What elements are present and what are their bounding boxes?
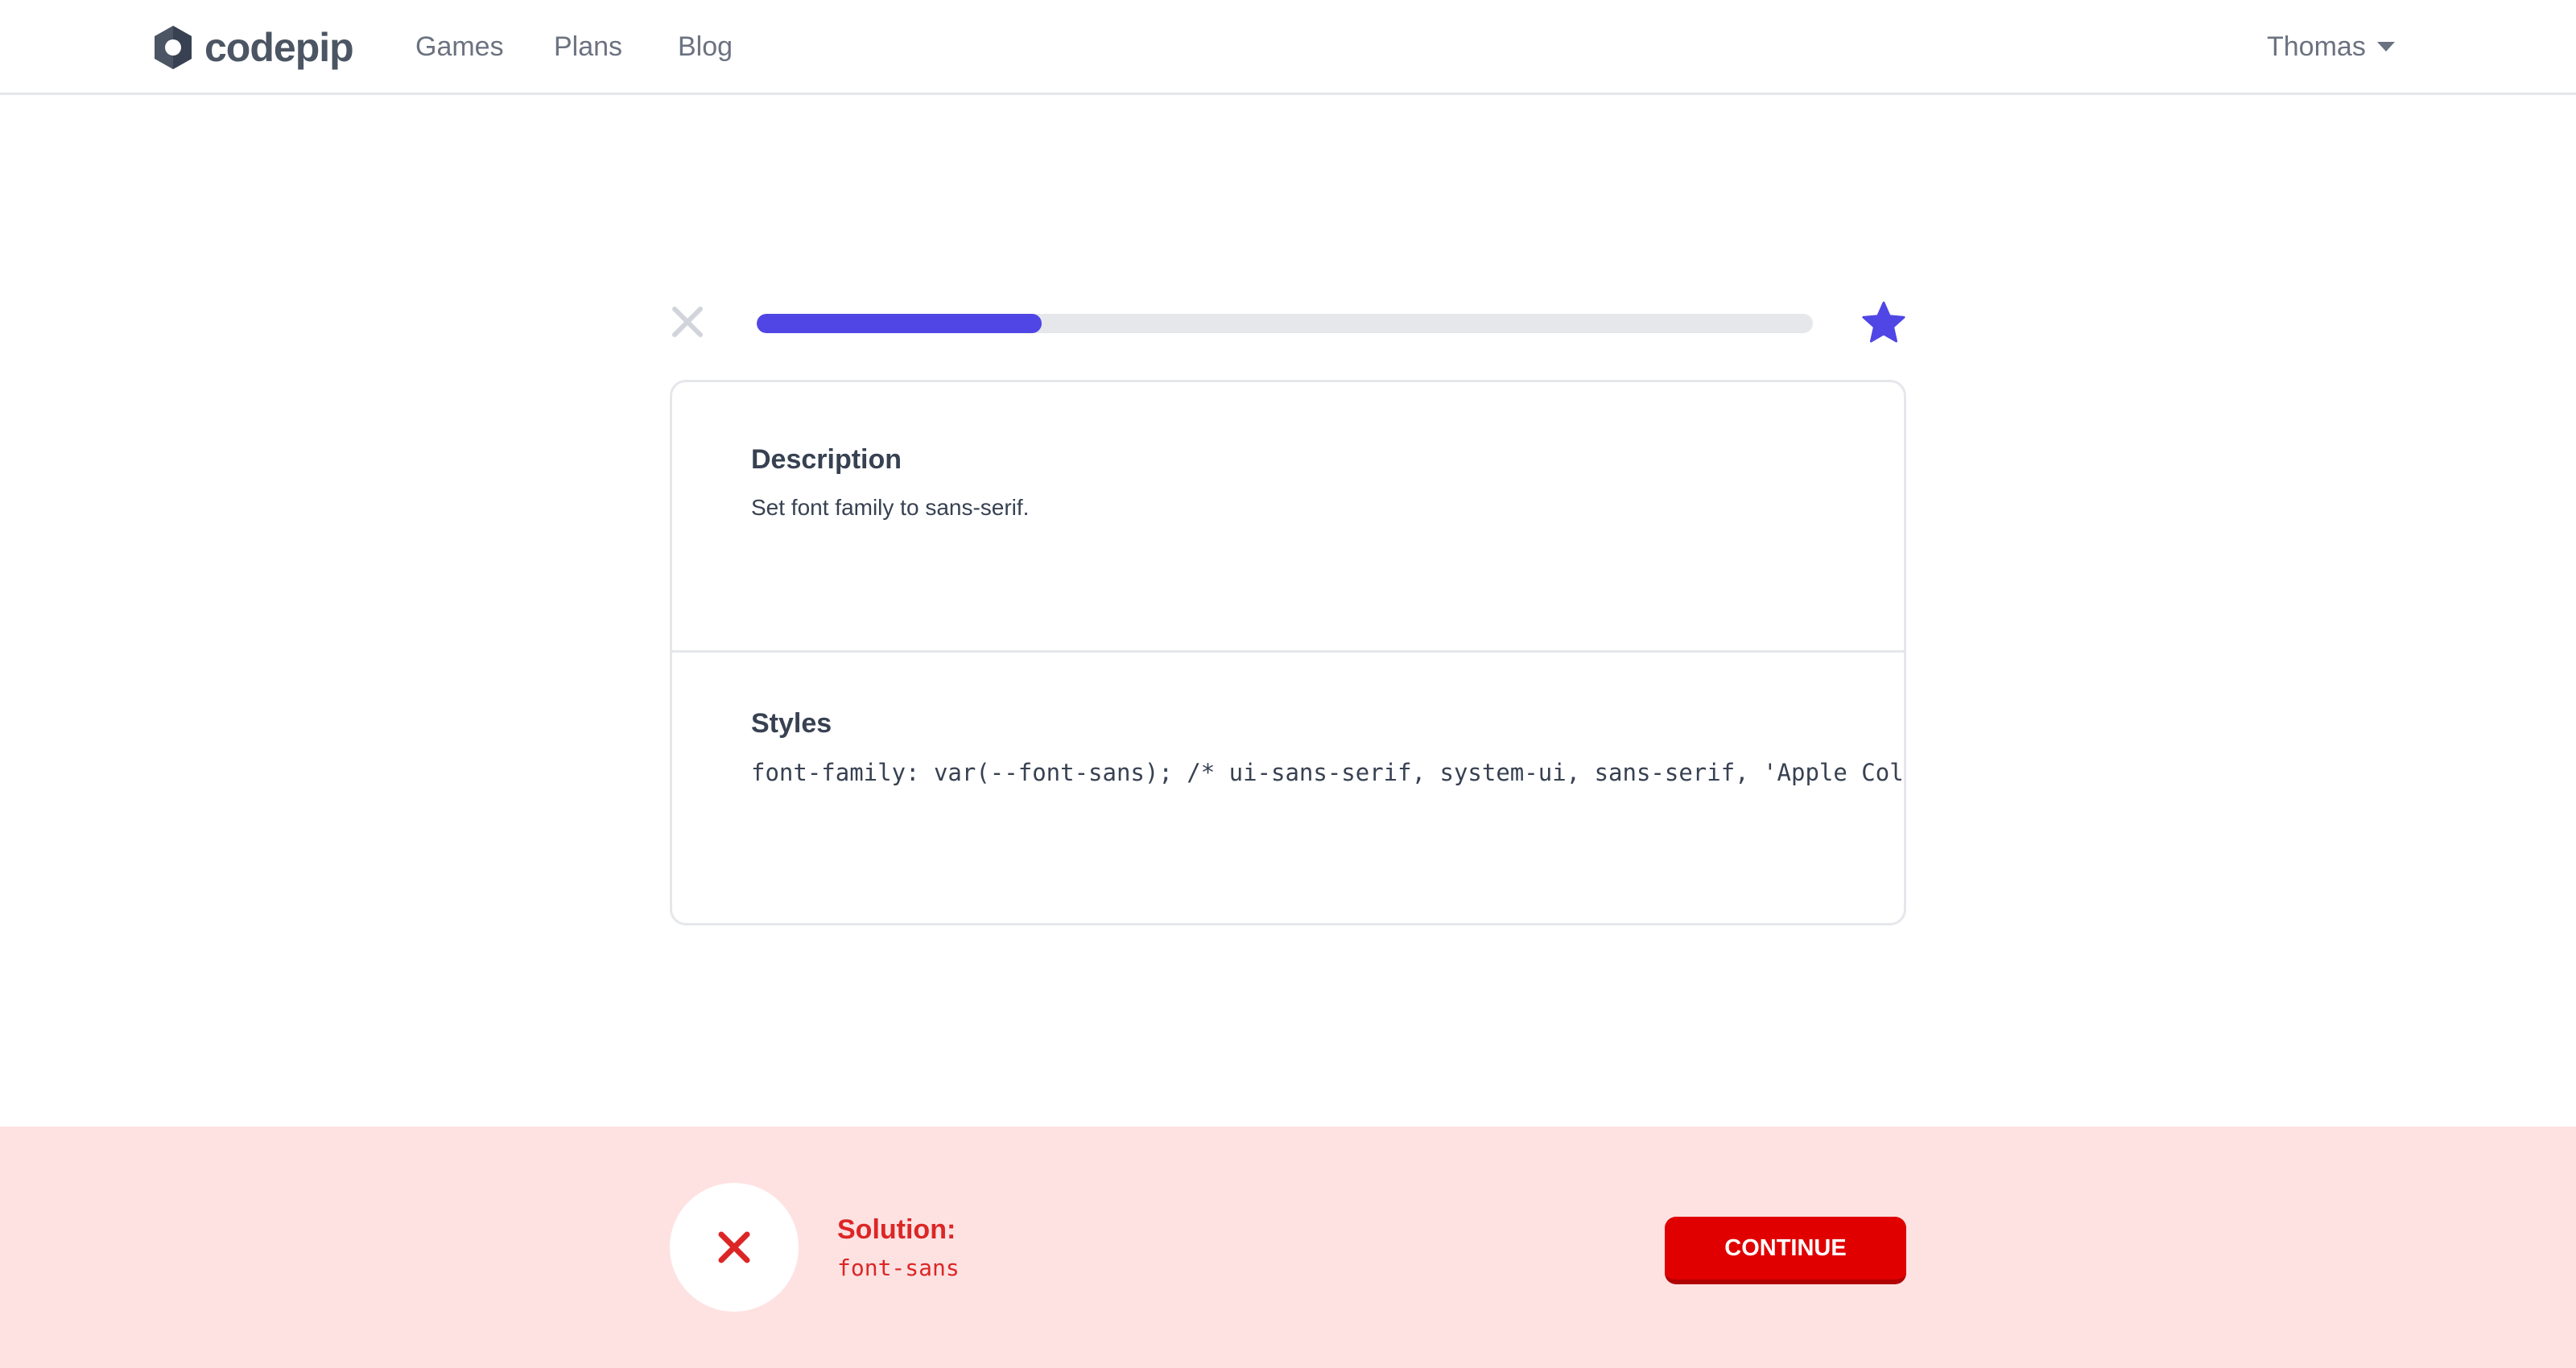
close-icon[interactable] <box>670 304 705 340</box>
user-name: Thomas <box>2267 31 2366 62</box>
top-navigation: codepip Games Plans Blog Thomas <box>0 0 2576 95</box>
styles-title: Styles <box>751 708 832 739</box>
logo[interactable]: codepip <box>151 24 354 71</box>
user-menu[interactable]: Thomas <box>2267 29 2395 64</box>
logo-text: codepip <box>204 25 354 70</box>
lesson-card: Description Set font family to sans-seri… <box>670 380 1906 925</box>
continue-button[interactable]: CONTINUE <box>1665 1217 1906 1284</box>
x-icon <box>718 1231 750 1263</box>
styles-code: font-family: var(--font-sans); /* ui-san… <box>751 759 1904 786</box>
nav-link-games[interactable]: Games <box>415 29 504 64</box>
description-title: Description <box>751 444 902 475</box>
feedback-bar: Solution: font-sans CONTINUE <box>0 1127 2576 1368</box>
nav-link-plans[interactable]: Plans <box>554 29 622 64</box>
result-badge <box>670 1183 799 1312</box>
caret-down-icon <box>2376 42 2395 52</box>
progress-bar-fill <box>757 314 1042 333</box>
description-section: Description Set font family to sans-seri… <box>672 382 1904 653</box>
codepip-logo-icon <box>155 26 192 69</box>
solution-label: Solution: <box>837 1214 956 1245</box>
progress-bar <box>757 314 1813 333</box>
description-text: Set font family to sans-serif. <box>751 495 1030 520</box>
solution-value: font-sans <box>837 1255 960 1281</box>
star-icon[interactable] <box>1861 301 1906 344</box>
nav-link-blog[interactable]: Blog <box>678 29 733 64</box>
styles-section: Styles font-family: var(--font-sans); /*… <box>672 653 1904 923</box>
